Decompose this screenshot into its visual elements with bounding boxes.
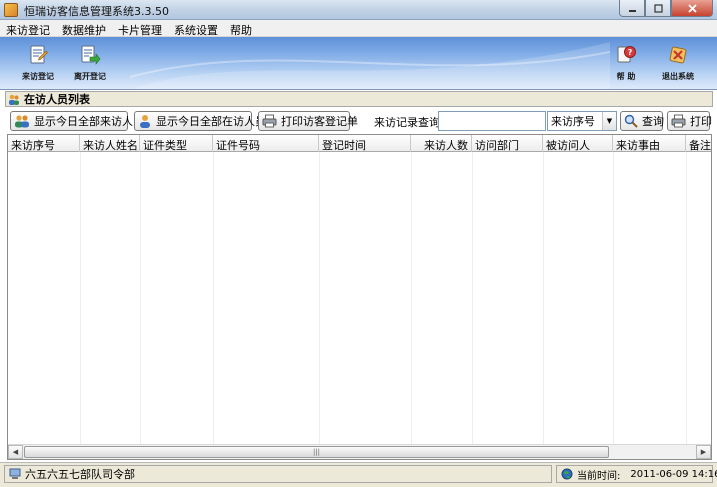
scroll-left-icon[interactable]: ◀ (8, 445, 23, 459)
visit-register-button[interactable]: 来访登记 (12, 40, 64, 88)
query-label: 查询 (642, 115, 664, 128)
column-header[interactable]: 证件类型 (140, 135, 213, 152)
toolbar-background-wave (130, 42, 610, 89)
menu-data-maintenance[interactable]: 数据维护 (56, 20, 112, 37)
scroll-thumb[interactable]: ||| (24, 446, 609, 458)
column-header[interactable]: 来访人数 (411, 135, 472, 152)
computer-icon (9, 468, 21, 479)
menu-system-settings[interactable]: 系统设置 (168, 20, 224, 37)
status-time-label: 当前时间: (577, 470, 621, 482)
window-title: 恒瑞访客信息管理系统3.3.50 (24, 5, 169, 18)
status-unit-panel: 六五六五七部队司令部 (4, 465, 552, 483)
minimize-icon (628, 9, 636, 12)
maximize-icon (653, 3, 663, 13)
help-icon: ? (617, 46, 636, 63)
column-header[interactable]: 来访序号 (8, 135, 80, 152)
search-icon (624, 114, 638, 128)
show-all-present-button[interactable]: 显示今日全部在访人员 (134, 111, 266, 131)
menu-bar: 来访登记 数据维护 卡片管理 系统设置 帮助 (0, 20, 717, 37)
person-icon (140, 115, 150, 128)
app-icon (4, 3, 18, 17)
print-record-label: 打印访客登记单 (281, 115, 358, 128)
visitor-table[interactable]: 来访序号 来访人姓名 证件类型 证件号码 登记时间 来访人数 访问部门 被访问人… (7, 134, 712, 460)
maximize-button[interactable] (645, 0, 671, 17)
query-button[interactable]: 查询 (620, 111, 664, 131)
horizontal-scrollbar[interactable]: ◀ ||| ▶ (8, 444, 711, 459)
column-header[interactable]: 登记时间 (319, 135, 411, 152)
exit-label: 退出系统 (662, 72, 694, 81)
section-title: 在访人员列表 (24, 93, 90, 106)
chevron-down-icon[interactable]: ▼ (602, 112, 616, 130)
print-button[interactable]: 打印 (667, 111, 712, 131)
menu-card-management[interactable]: 卡片管理 (112, 20, 168, 37)
table-header: 来访序号 来访人姓名 证件类型 证件号码 登记时间 来访人数 访问部门 被访问人… (8, 135, 711, 152)
menu-visit-register[interactable]: 来访登记 (0, 20, 56, 37)
column-header[interactable]: 证件号码 (213, 135, 319, 152)
show-all-visitors-label: 显示今日全部来访人员 (34, 115, 144, 128)
menu-help[interactable]: 帮助 (224, 20, 258, 37)
column-header[interactable]: 备注 (686, 135, 711, 152)
show-all-visitors-button[interactable]: 显示今日全部来访人员 (10, 111, 144, 131)
toolbar: 来访登记 离开登记 ? 帮 助 退出系统 (0, 37, 717, 90)
column-header[interactable]: 访问部门 (472, 135, 543, 152)
printer-icon (671, 114, 686, 128)
status-time-panel: 当前时间: 2011-06-09 14:16:26 (556, 465, 717, 483)
help-label: 帮 助 (616, 72, 636, 81)
leave-icon (81, 45, 101, 65)
svg-text:?: ? (628, 48, 633, 57)
printer-icon (262, 114, 277, 128)
close-icon (687, 3, 697, 13)
scroll-right-icon[interactable]: ▶ (696, 445, 711, 459)
window-controls (619, 0, 713, 18)
visit-register-label: 来访登记 (22, 72, 54, 81)
visitors-icon (15, 115, 29, 128)
status-time-value: 2011-06-09 14:16:26 (630, 468, 717, 480)
exit-button[interactable]: 退出系统 (652, 40, 704, 88)
search-field-select[interactable]: 来访序号 ▼ (547, 111, 617, 131)
minimize-button[interactable] (619, 0, 645, 17)
leave-register-label: 离开登记 (74, 72, 106, 81)
column-header[interactable]: 来访人姓名 (80, 135, 140, 152)
exit-icon (669, 46, 687, 64)
table-body (8, 152, 711, 444)
people-icon (9, 94, 19, 105)
print-label: 打印 (690, 115, 712, 128)
column-header[interactable]: 被访问人 (543, 135, 613, 152)
globe-icon (561, 468, 573, 480)
close-button[interactable] (671, 0, 713, 17)
search-label: 来访记录查询: (374, 116, 444, 129)
search-input[interactable] (438, 111, 546, 131)
register-icon (30, 45, 48, 64)
search-field-value: 来访序号 (551, 115, 595, 128)
help-button[interactable]: ? 帮 助 (600, 40, 652, 88)
print-record-button[interactable]: 打印访客登记单 (258, 111, 358, 131)
section-header: 在访人员列表 (5, 91, 713, 107)
status-unit: 六五六五七部队司令部 (25, 468, 135, 481)
leave-register-button[interactable]: 离开登记 (64, 40, 116, 88)
column-header[interactable]: 来访事由 (613, 135, 686, 152)
show-all-present-label: 显示今日全部在访人员 (156, 115, 266, 128)
